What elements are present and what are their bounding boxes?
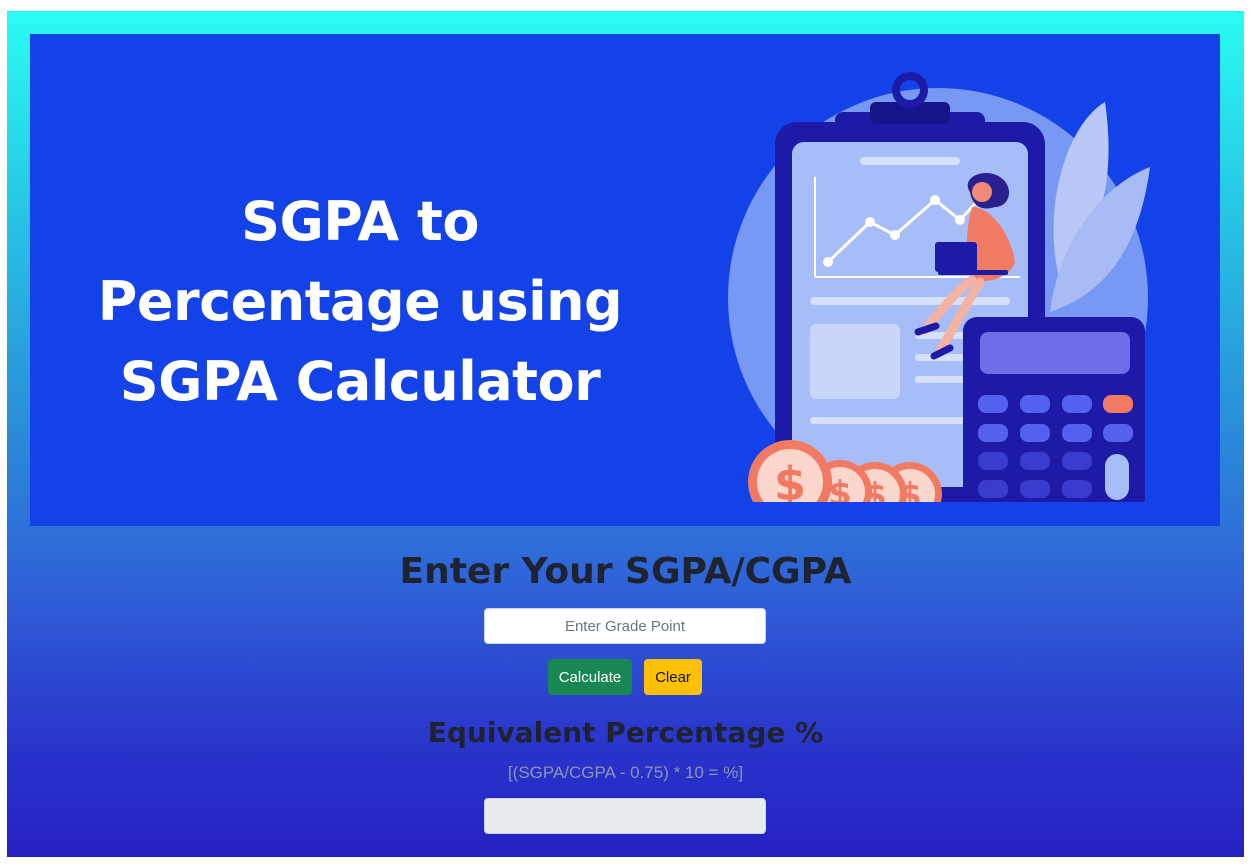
calculate-button[interactable]: Calculate [548,659,632,695]
percentage-result-field [484,798,766,834]
calculator-icon [963,317,1145,502]
hero-banner: SGPA to Percentage using SGPA Calculator [30,34,1220,526]
clear-button[interactable]: Clear [644,659,702,695]
page-container: SGPA to Percentage using SGPA Calculator [7,11,1244,857]
svg-text:$: $ [774,457,806,502]
result-heading: Equivalent Percentage % [427,716,824,749]
banner-title-line-1: SGPA to [241,190,479,253]
formula-text: [(SGPA/CGPA - 0.75) * 10 = %] [507,763,744,782]
banner-title-line-2: Percentage using [97,270,623,333]
grade-point-input[interactable] [484,608,766,644]
banner-title: SGPA to Percentage using SGPA Calculator [60,182,660,422]
banner-illustration: $ $ $ $ [728,72,1150,502]
banner-title-line-3: SGPA Calculator [119,350,601,413]
input-heading: Enter Your SGPA/CGPA [399,551,852,592]
